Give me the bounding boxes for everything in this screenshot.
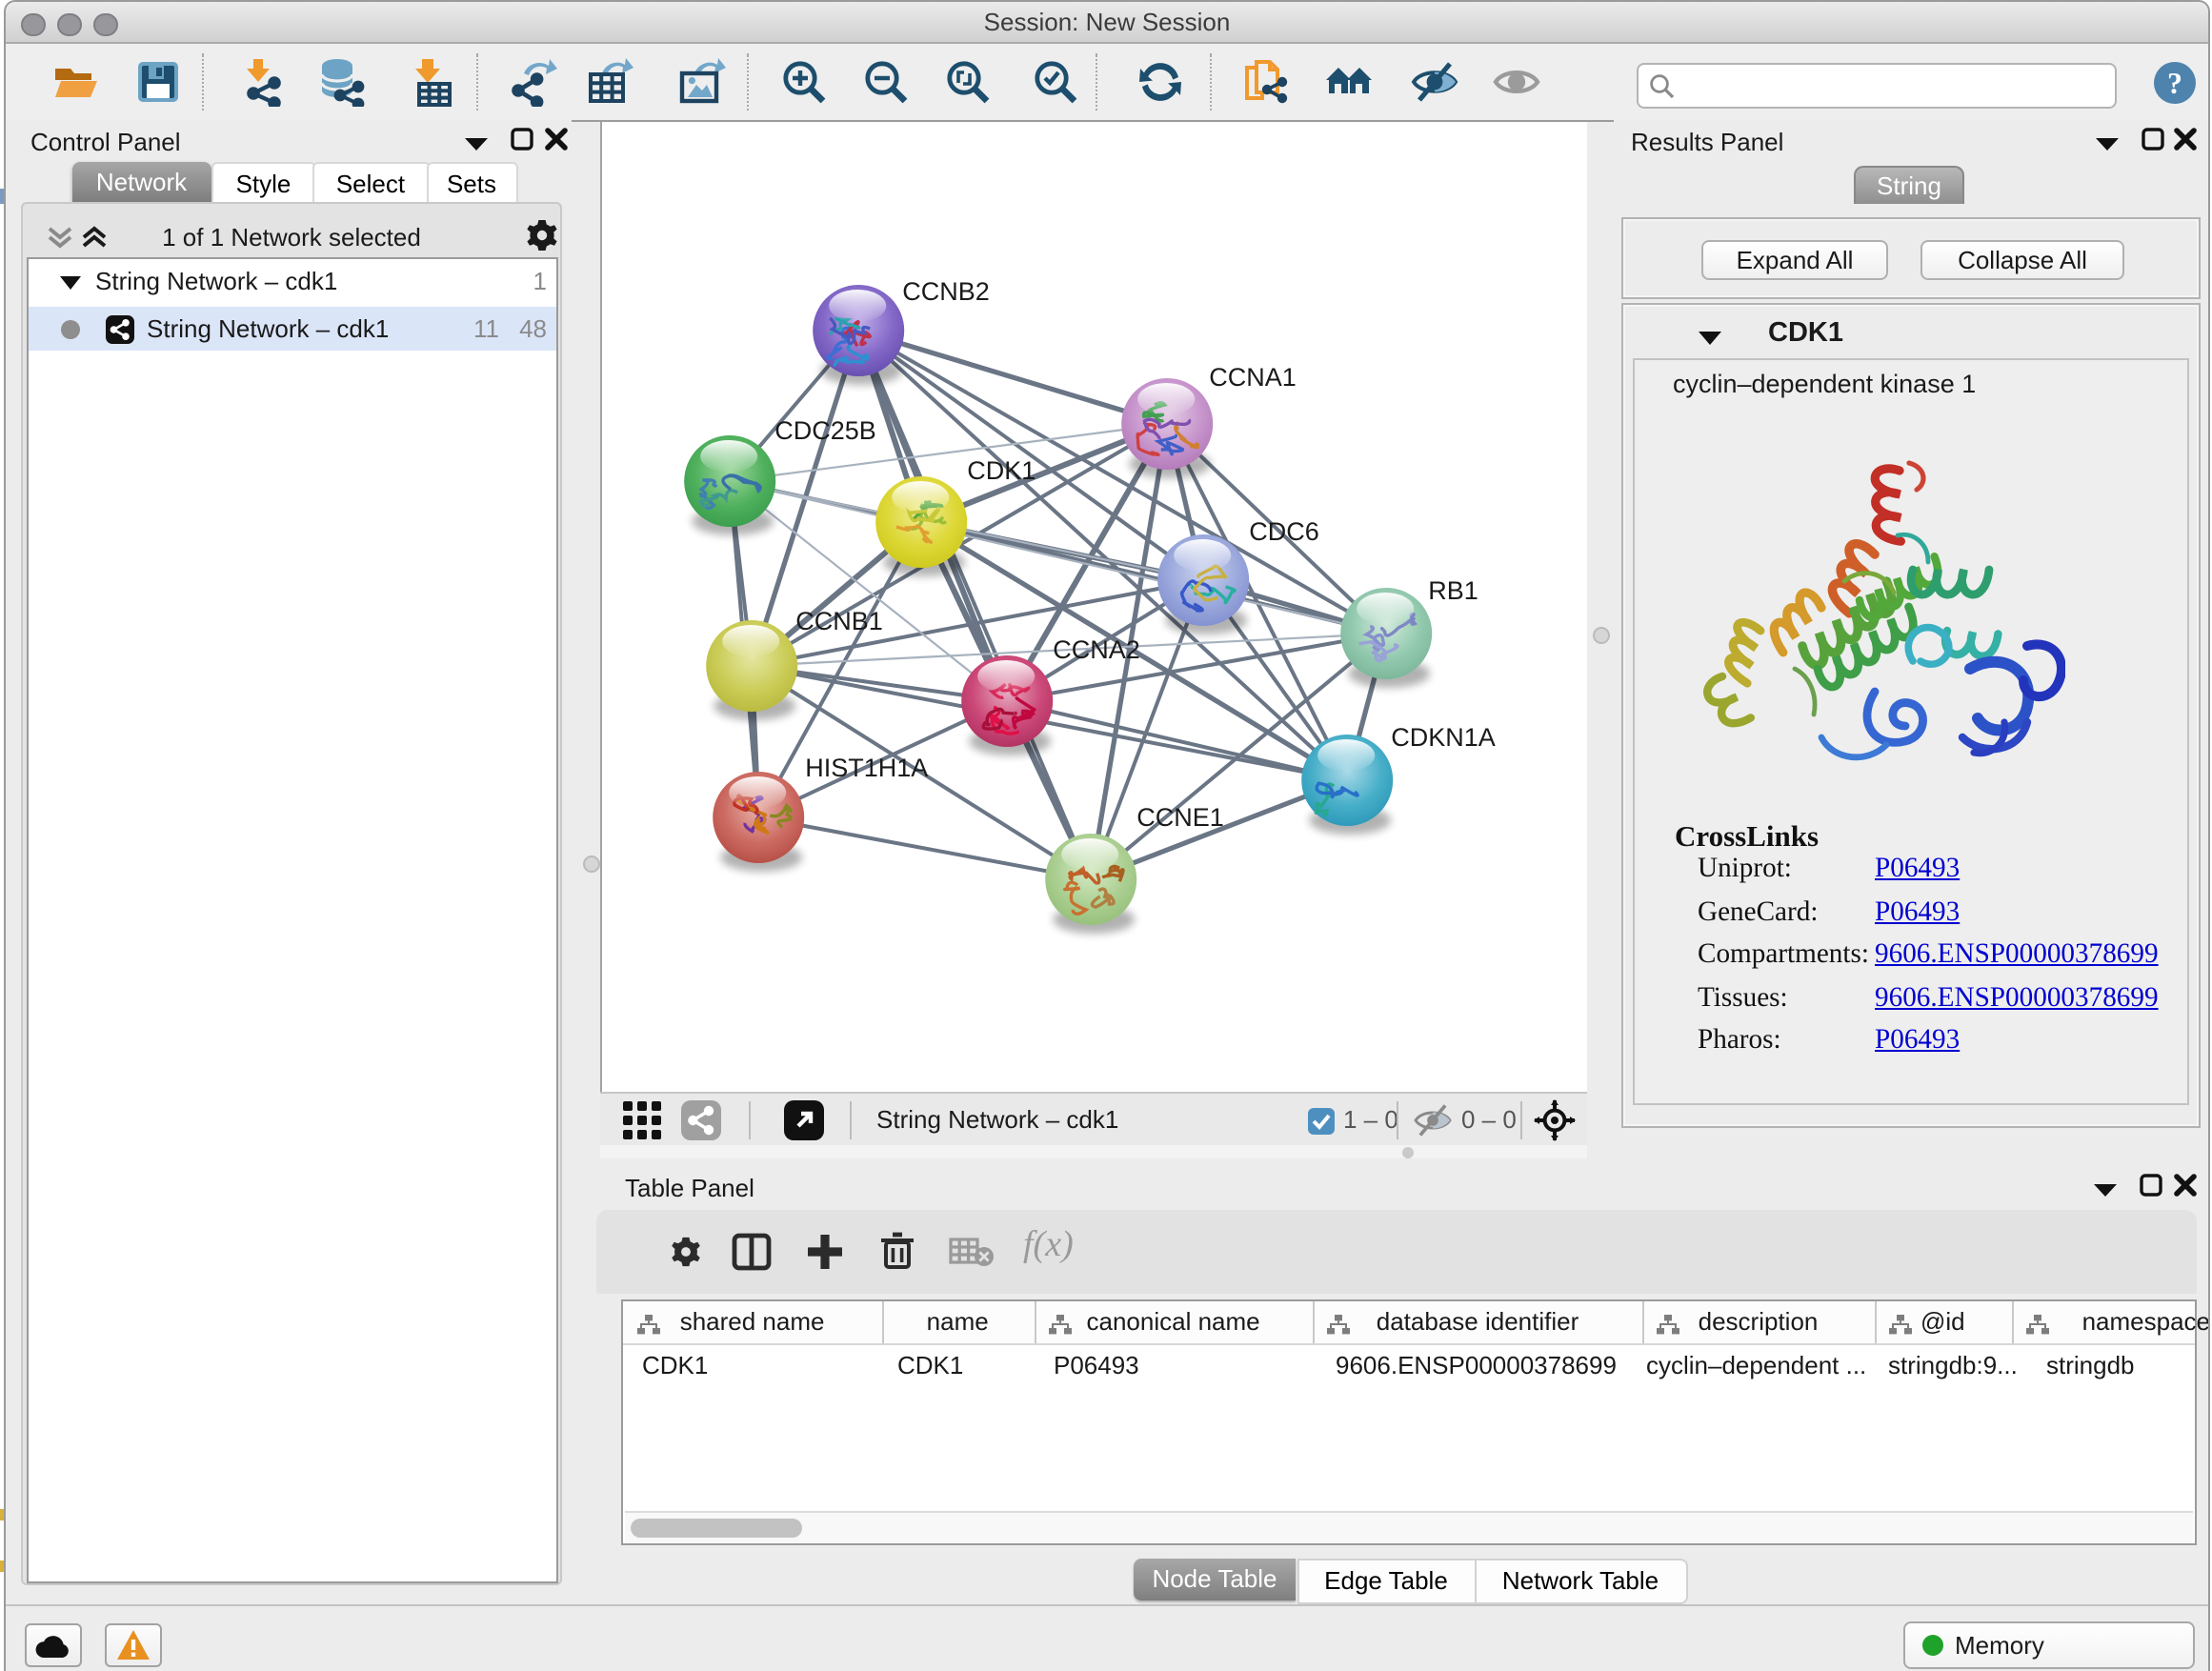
- svg-text:CDC25B: CDC25B: [774, 415, 876, 444]
- svg-text:CCNA2: CCNA2: [1053, 634, 1140, 663]
- svg-text:RB1: RB1: [1428, 575, 1478, 604]
- svg-text:?: ?: [2167, 65, 2182, 99]
- svg-text:CCNA1: CCNA1: [1209, 362, 1297, 391]
- svg-text:CCNE1: CCNE1: [1136, 802, 1224, 831]
- svg-text:CCNB2: CCNB2: [902, 276, 990, 305]
- svg-text:CCNB1: CCNB1: [795, 606, 883, 634]
- svg-text:CDKN1A: CDKN1A: [1391, 722, 1496, 751]
- svg-text:CDK1: CDK1: [967, 455, 1036, 484]
- svg-text:HIST1H1A: HIST1H1A: [805, 753, 928, 781]
- svg-text:CDC6: CDC6: [1249, 516, 1319, 545]
